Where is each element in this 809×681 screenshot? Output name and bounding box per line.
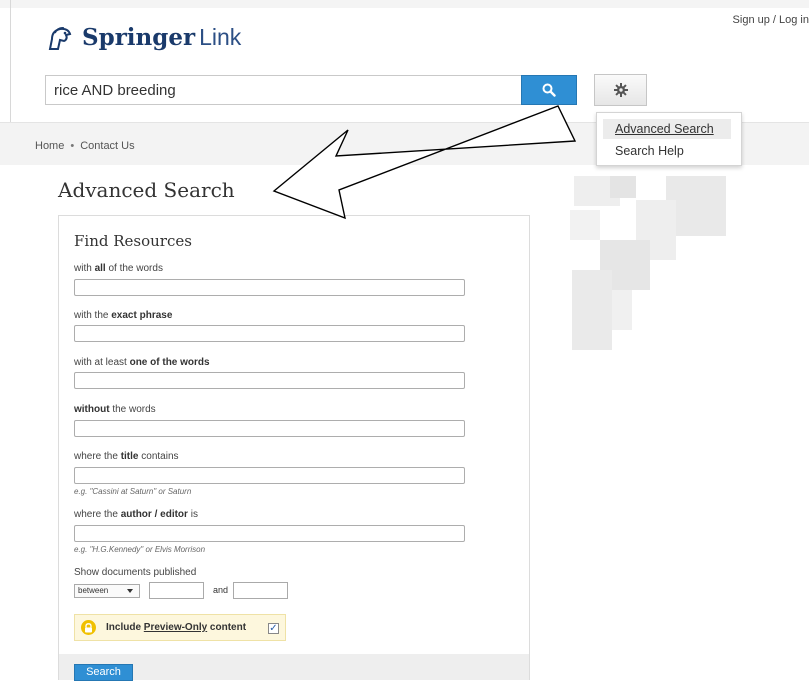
title-contains-input[interactable] bbox=[74, 467, 465, 484]
breadcrumb-contact-us[interactable]: Contact Us bbox=[80, 140, 134, 152]
label-text: with at least bbox=[74, 357, 130, 368]
preview-label-text: content bbox=[207, 622, 247, 633]
search-button[interactable] bbox=[521, 75, 577, 105]
search-icon bbox=[542, 83, 556, 97]
and-label: and bbox=[213, 585, 229, 595]
label-emphasis: title bbox=[120, 451, 139, 462]
brand-name: Springer Link bbox=[82, 24, 241, 51]
label-text: where the bbox=[74, 451, 121, 462]
breadcrumb: Home • Contact Us bbox=[35, 140, 135, 152]
preview-only-checkbox[interactable]: ✓ bbox=[268, 623, 279, 634]
settings-button[interactable] bbox=[594, 74, 647, 106]
preview-only-link[interactable]: Preview-Only bbox=[144, 622, 207, 633]
checkmark-icon: ✓ bbox=[269, 623, 278, 634]
signup-login-link[interactable]: Sign up / Log in bbox=[733, 14, 809, 26]
background-pixel-block bbox=[570, 210, 600, 240]
left-rule bbox=[10, 0, 11, 122]
brand-bold: Springer bbox=[82, 24, 196, 51]
one-of-words-input[interactable] bbox=[74, 372, 465, 389]
without-words-input[interactable] bbox=[74, 420, 465, 437]
without-words-label: without the words bbox=[74, 404, 156, 415]
end-year-input[interactable] bbox=[233, 582, 288, 599]
date-mode-value: between bbox=[78, 586, 109, 595]
search-submit-button[interactable]: Search bbox=[74, 664, 133, 681]
label-text: where the bbox=[74, 509, 121, 520]
top-strip bbox=[0, 0, 809, 8]
exact-phrase-input[interactable] bbox=[74, 325, 465, 342]
page-title: Advanced Search bbox=[58, 178, 235, 202]
date-mode-select[interactable]: between bbox=[74, 584, 140, 598]
chevron-down-icon bbox=[127, 589, 133, 593]
label-text: of the words bbox=[105, 263, 163, 274]
exact-phrase-label: with the exact phrase bbox=[74, 310, 172, 321]
menu-item-advanced-search[interactable]: Advanced Search bbox=[603, 119, 731, 139]
all-words-label: with all of the words bbox=[74, 263, 163, 274]
author-editor-input[interactable] bbox=[74, 525, 465, 542]
author-editor-label: where the author / editor is bbox=[74, 509, 198, 520]
background-pixel-block bbox=[612, 290, 632, 330]
label-emphasis: one of the words bbox=[129, 357, 210, 368]
preview-only-label: Include Preview-Only content bbox=[106, 622, 246, 633]
label-text: is bbox=[187, 509, 198, 520]
author-hint: e.g. "H.G.Kennedy" or Elvis Morrison bbox=[74, 545, 206, 554]
title-hint: e.g. "Cassini at Saturn" or Saturn bbox=[74, 487, 192, 496]
preview-label-text: Include bbox=[106, 622, 144, 633]
brand-link-word: Link bbox=[199, 24, 242, 50]
springer-horse-logo-icon bbox=[48, 26, 72, 50]
label-text: contains bbox=[138, 451, 179, 462]
label-text: with bbox=[74, 263, 95, 274]
label-emphasis: all bbox=[94, 263, 106, 274]
springer-link-logo[interactable]: Springer Link bbox=[46, 24, 241, 51]
label-emphasis: exact phrase bbox=[111, 310, 173, 321]
label-emphasis: without bbox=[74, 404, 110, 415]
find-resources-title: Find Resources bbox=[74, 232, 192, 250]
preview-only-toggle-box: Include Preview-Only content ✓ bbox=[74, 614, 286, 641]
title-contains-label: where the title contains bbox=[74, 451, 179, 462]
menu-item-search-help[interactable]: Search Help bbox=[603, 141, 731, 161]
lock-icon bbox=[81, 620, 96, 635]
one-of-words-label: with at least one of the words bbox=[74, 357, 210, 368]
background-pixel-block bbox=[572, 270, 612, 350]
label-text: with the bbox=[74, 310, 112, 321]
date-range-label: Show documents published bbox=[74, 567, 197, 578]
label-emphasis: author / editor bbox=[120, 509, 188, 520]
background-pixel-block bbox=[610, 176, 636, 198]
start-year-input[interactable] bbox=[149, 582, 204, 599]
all-words-input[interactable] bbox=[74, 279, 465, 296]
gear-icon bbox=[613, 83, 628, 97]
search-input[interactable]: rice AND breeding bbox=[45, 75, 521, 105]
breadcrumb-separator: • bbox=[70, 140, 75, 152]
settings-dropdown: Advanced Search Search Help bbox=[596, 112, 742, 166]
label-text: the words bbox=[109, 404, 156, 415]
breadcrumb-home[interactable]: Home bbox=[35, 140, 64, 152]
